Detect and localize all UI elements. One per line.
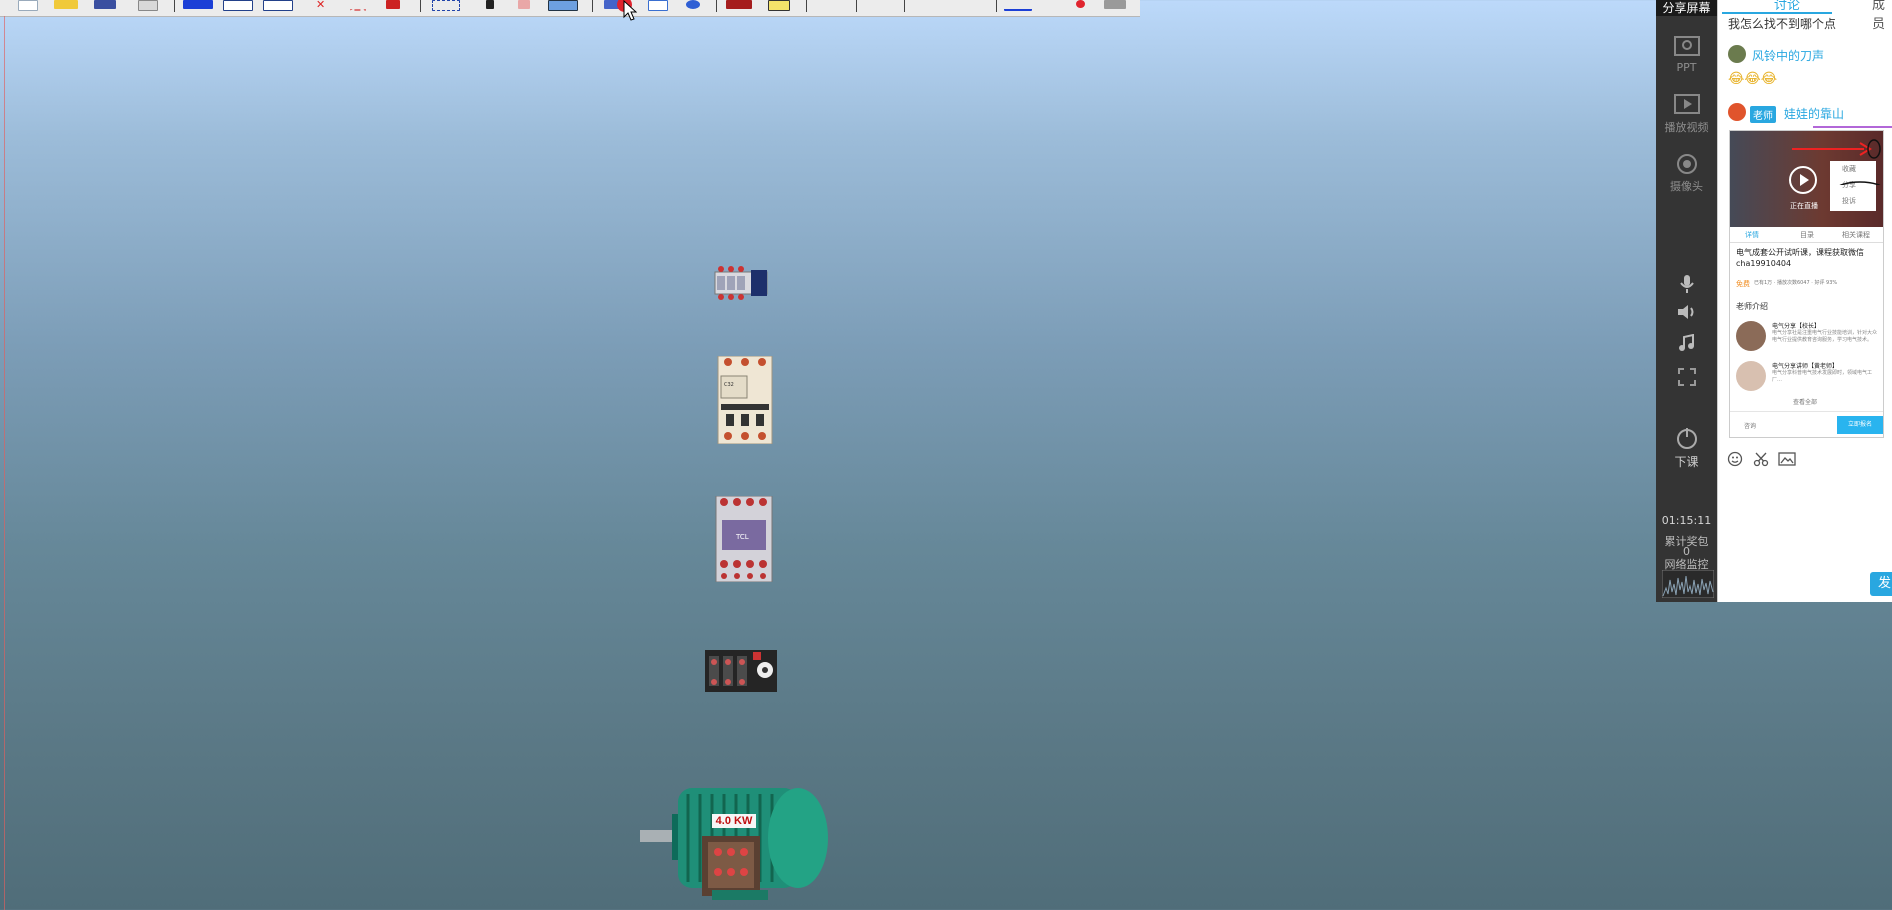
red-annotation-arrow [1792,139,1881,185]
ppt-icon [1673,36,1700,56]
speaker-icon[interactable] [1676,303,1698,321]
share-screen-button[interactable]: 分享屏幕 [1656,0,1717,16]
motor-power-label: 4.0 KW [712,814,756,828]
ppt-button[interactable]: PPT [1656,36,1717,74]
grid-icon[interactable] [223,0,253,11]
camera-icon [1676,154,1697,174]
isolator-switch-component[interactable] [713,264,769,302]
send-button[interactable]: 发 [1870,572,1892,596]
emoji-message: 😂😂😂 [1728,71,1778,87]
fullscreen-icon[interactable] [1678,368,1696,386]
avatar [1728,103,1746,121]
music-icon[interactable] [1678,334,1696,352]
emoji-icon[interactable] [1727,451,1743,467]
top-toolbar: ✕ [0,0,1140,17]
avatar [1728,45,1746,63]
svg-text:C32: C32 [724,382,734,388]
chat-panel: 讨论 成员 我怎么找不到哪个点 风铃中的刀声 😂😂😂 老师 娃娃的靠山 正在直播… [1717,0,1892,602]
thermal-relay-component[interactable] [703,648,779,694]
shot-teacher-head: 老师介绍 [1736,302,1768,311]
red-dot-icon-2[interactable] [1076,0,1085,8]
menu-item-report[interactable]: 投诉 [1842,196,1856,206]
avatar [1736,361,1766,391]
shot-free-badge: 免费 [1736,280,1750,288]
eraser-icon[interactable] [518,0,530,9]
shot-tab-related[interactable]: 相关课程 [1842,230,1870,240]
canvas-left-guide [4,16,5,910]
image-icon[interactable] [548,0,578,11]
settings-icon[interactable] [1104,0,1126,9]
pen-icon[interactable] [486,0,494,9]
scissors-icon[interactable] [1753,451,1769,467]
class-timer: 01:15:11 [1661,514,1712,527]
play-video-button[interactable]: 播放视频 [1656,94,1717,135]
mouse-cursor-icon [623,0,637,21]
consult-button[interactable]: 咨询 [1744,421,1756,430]
shot-meta: 已有1万 · 播放次数6047 · 好评 93% [1754,280,1838,286]
end-class-button[interactable]: 下课 [1656,426,1717,470]
ppt-label: PPT [1676,61,1697,74]
image-upload-icon[interactable] [1778,451,1796,467]
shared-screenshot[interactable]: 正在直播 收藏 分享 投诉 详情 目录 相关课程 电气成套公开试听课，课程获取微… [1729,130,1884,438]
teacher-badge: 老师 [1750,106,1776,123]
power-icon [1676,428,1697,449]
video-thumbnail: 正在直播 收藏 分享 投诉 [1730,131,1883,227]
open-folder-icon[interactable] [54,0,78,9]
username[interactable]: 娃娃的靠山 [1784,105,1844,122]
shot-tabs: 详情 目录 相关课程 [1730,228,1883,243]
teacher2-name: 电气分享讲师【黄老师】 [1772,363,1839,370]
network-graph [1662,570,1714,598]
shot-bottom-bar: 咨询 立即报名 [1730,411,1883,437]
shot-tab-catalog[interactable]: 目录 [1800,230,1814,240]
teacher1-desc: 电气分享社是注重电气行业技能培训，针对大众电气行业提供教育咨询服务，学习电气技术… [1772,330,1878,343]
note-icon[interactable] [768,0,790,11]
side-rail: 分享屏幕 PPT 播放视频 摄像头 下课 01:15:11 累计奖包 0 网络监… [1656,0,1717,602]
table-icon[interactable] [263,0,293,11]
view-all-link[interactable]: 查看全部 [1793,397,1817,406]
microphone-icon[interactable] [1678,274,1696,294]
new-icon[interactable] [18,0,38,11]
palette-icon[interactable] [386,0,400,9]
blue-box-icon[interactable] [183,0,213,9]
enroll-button[interactable]: 立即报名 [1837,416,1883,434]
teacher1-name: 电气分享【校长】 [1772,323,1821,330]
play-video-icon [1673,94,1700,114]
contactor-component[interactable]: TCL [714,496,774,582]
blue-line-icon[interactable] [1004,0,1032,11]
chat-entry-teacher: 老师 娃娃的靠山 [1728,103,1888,123]
svg-text:TCL: TCL [735,533,749,541]
shot-tab-detail[interactable]: 详情 [1745,230,1759,240]
tab-more[interactable]: 成员 [1872,0,1892,32]
camera-label: 摄像头 [1670,180,1703,193]
connect-icon[interactable] [350,0,366,11]
tab-underline [1722,12,1832,14]
motor-component[interactable]: 4.0 KW [638,784,834,902]
chat-message: 我怎么找不到哪个点 [1728,17,1837,31]
zoom-icon[interactable] [686,0,700,9]
camera-button[interactable]: 摄像头 [1656,153,1717,194]
avatar [1736,321,1766,351]
teacher2-desc: 电气分享科普电气技术发展即时，领域电气工厂… [1772,370,1873,383]
live-label: 正在直播 [1790,202,1818,210]
username[interactable]: 风铃中的刀声 [1752,47,1824,64]
play-video-label: 播放视频 [1664,121,1709,134]
copy-icon[interactable] [138,0,158,11]
motor-graphic [640,788,828,900]
delete-x-icon[interactable]: ✕ [316,0,328,10]
circuit-breaker-component[interactable]: C32 [716,356,774,444]
end-class-label: 下课 [1674,455,1699,469]
select-rect-icon[interactable] [432,0,460,11]
shot-course-title: 电气成套公开试听课，课程获取微信cha19910404 [1736,248,1864,268]
frame-icon[interactable] [648,0,668,11]
message-input[interactable] [1718,470,1892,602]
purple-divider [1813,126,1892,128]
save-icon[interactable] [94,0,116,9]
stamp-icon[interactable] [726,0,752,9]
